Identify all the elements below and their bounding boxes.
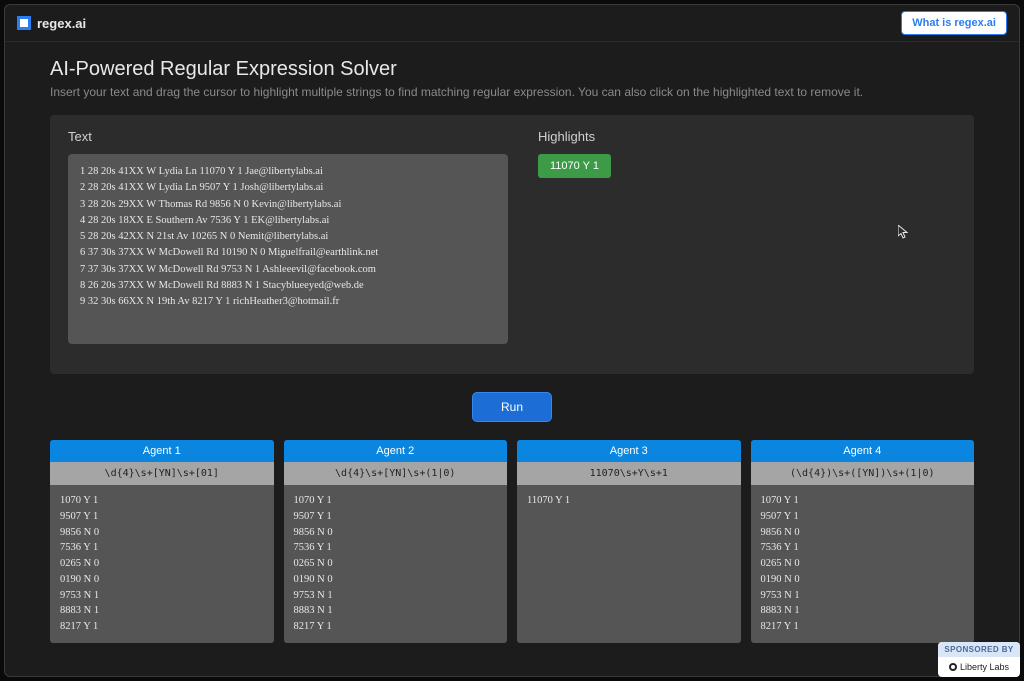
run-row: Run — [50, 374, 974, 440]
agent-regex[interactable]: (\d{4})\s+([YN])\s+(1|0) — [751, 462, 975, 485]
content: AI-Powered Regular Expression Solver Ins… — [5, 42, 1019, 676]
agent-result-row: 1070 Y 1 — [761, 493, 965, 509]
agent-result-row: 8883 N 1 — [761, 603, 965, 619]
brand-icon — [17, 16, 31, 30]
text-input[interactable]: 1 28 20s 41XX W Lydia Ln 11070 Y 1 Jae@l… — [68, 154, 508, 344]
sponsor-header: SPONSORED BY — [938, 642, 1020, 657]
agent-result-row: 8883 N 1 — [60, 603, 264, 619]
agent-result-row: 0190 N 0 — [761, 572, 965, 588]
agent-regex[interactable]: 11070\s+Y\s+1 — [517, 462, 741, 485]
sponsor-name: Liberty Labs — [960, 662, 1009, 672]
agent-panel: Agent 311070\s+Y\s+1 11070 Y 1 — [517, 440, 741, 643]
agent-result-row: 9507 Y 1 — [294, 509, 498, 525]
agent-result-row: 0190 N 0 — [294, 572, 498, 588]
app-frame: regex.ai What is regex.ai AI-Powered Reg… — [4, 4, 1020, 677]
sponsor-logo-icon — [949, 663, 957, 671]
agent-regex[interactable]: \d{4}\s+[YN]\s+(1|0) — [284, 462, 508, 485]
agent-result-row: 7536 Y 1 — [294, 540, 498, 556]
agent-result-row: 1070 Y 1 — [60, 493, 264, 509]
input-card: Text 1 28 20s 41XX W Lydia Ln 11070 Y 1 … — [50, 115, 974, 374]
agent-result-row: 8217 Y 1 — [294, 619, 498, 635]
highlight-chip[interactable]: 11070 Y 1 — [538, 154, 611, 178]
run-button[interactable]: Run — [472, 392, 552, 422]
agent-result-row: 0265 N 0 — [761, 556, 965, 572]
sponsor-box[interactable]: SPONSORED BY Liberty Labs — [938, 642, 1020, 677]
highlights-chips: 11070 Y 1 — [538, 154, 956, 178]
agent-header: Agent 4 — [751, 440, 975, 462]
agent-results: 1070 Y 19507 Y 19856 N 07536 Y 10265 N 0… — [284, 485, 508, 643]
agent-result-row: 7536 Y 1 — [60, 540, 264, 556]
agent-result-row: 9753 N 1 — [761, 588, 965, 604]
agent-results: 1070 Y 19507 Y 19856 N 07536 Y 10265 N 0… — [50, 485, 274, 643]
agent-result-row: 8217 Y 1 — [761, 619, 965, 635]
agent-result-row: 9507 Y 1 — [60, 509, 264, 525]
agent-regex[interactable]: \d{4}\s+[YN]\s+[01] — [50, 462, 274, 485]
agent-result-row: 9856 N 0 — [60, 525, 264, 541]
agent-header: Agent 3 — [517, 440, 741, 462]
agent-result-row: 9856 N 0 — [761, 525, 965, 541]
agent-results: 1070 Y 19507 Y 19856 N 07536 Y 10265 N 0… — [751, 485, 975, 643]
page-title: AI-Powered Regular Expression Solver — [50, 58, 974, 81]
agents-grid: Agent 1\d{4}\s+[YN]\s+[01]1070 Y 19507 Y… — [50, 440, 974, 643]
agent-result-row: 9856 N 0 — [294, 525, 498, 541]
agent-panel: Agent 4(\d{4})\s+([YN])\s+(1|0)1070 Y 19… — [751, 440, 975, 643]
agent-result-row: 9753 N 1 — [294, 588, 498, 604]
page-subtitle: Insert your text and drag the cursor to … — [50, 85, 974, 99]
agent-result-row: 11070 Y 1 — [527, 493, 731, 509]
agent-result-row: 8217 Y 1 — [60, 619, 264, 635]
sponsor-body: Liberty Labs — [938, 657, 1020, 677]
text-column: Text 1 28 20s 41XX W Lydia Ln 11070 Y 1 … — [68, 129, 508, 344]
agent-panel: Agent 2\d{4}\s+[YN]\s+(1|0)1070 Y 19507 … — [284, 440, 508, 643]
agent-result-row: 1070 Y 1 — [294, 493, 498, 509]
agent-panel: Agent 1\d{4}\s+[YN]\s+[01]1070 Y 19507 Y… — [50, 440, 274, 643]
text-label: Text — [68, 129, 508, 144]
brand[interactable]: regex.ai — [17, 16, 86, 31]
agent-result-row: 0265 N 0 — [294, 556, 498, 572]
topbar: regex.ai What is regex.ai — [5, 5, 1019, 42]
what-is-button[interactable]: What is regex.ai — [901, 11, 1007, 35]
highlights-label: Highlights — [538, 129, 956, 144]
agent-result-row: 8883 N 1 — [294, 603, 498, 619]
brand-text: regex.ai — [37, 16, 86, 31]
agent-header: Agent 2 — [284, 440, 508, 462]
agent-result-row: 9507 Y 1 — [761, 509, 965, 525]
agent-result-row: 9753 N 1 — [60, 588, 264, 604]
agent-header: Agent 1 — [50, 440, 274, 462]
agent-result-row: 7536 Y 1 — [761, 540, 965, 556]
highlights-column: Highlights 11070 Y 1 — [538, 129, 956, 344]
agent-results: 11070 Y 1 — [517, 485, 741, 517]
agent-result-row: 0265 N 0 — [60, 556, 264, 572]
agent-result-row: 0190 N 0 — [60, 572, 264, 588]
